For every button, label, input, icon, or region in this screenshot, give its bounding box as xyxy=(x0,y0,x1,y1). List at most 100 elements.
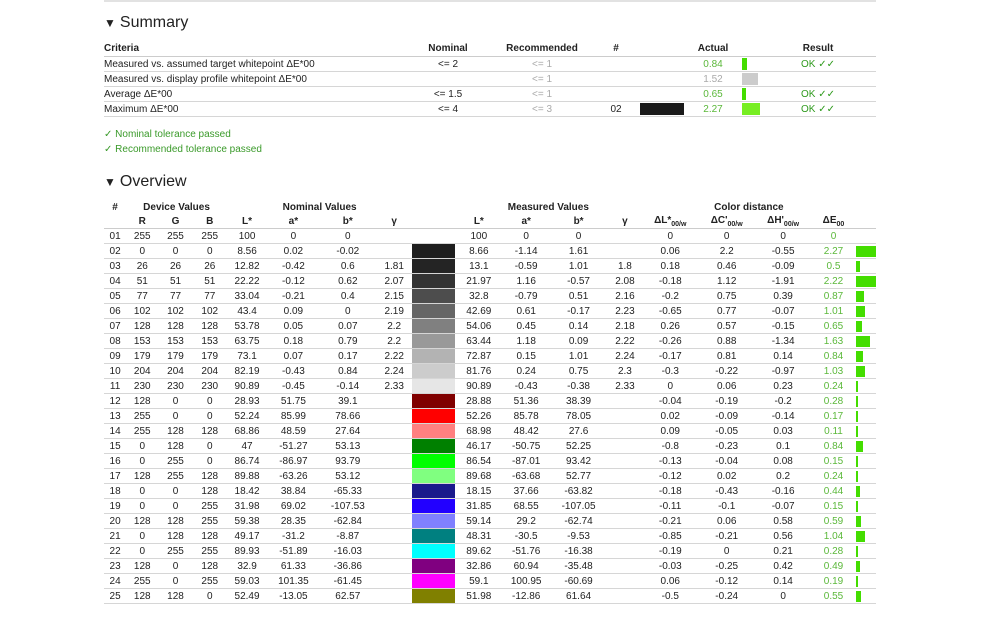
overview-table: # Device Values Nominal Values Measured … xyxy=(104,200,876,604)
cell-a: 85.99 xyxy=(267,408,320,424)
cell-dC: -0.23 xyxy=(698,438,755,454)
cell-dC: -0.21 xyxy=(698,528,755,544)
cell-mL: 72.87 xyxy=(454,348,503,364)
delta-e-bar-cell xyxy=(855,408,876,424)
cell-dH: -0.2 xyxy=(754,393,812,409)
cell-B: 153 xyxy=(192,333,227,349)
patch-row: 08 153 153 153 63.75 0.18 0.79 2.2 63.44 1.18 0.09… xyxy=(104,333,876,349)
cell-mg xyxy=(607,468,643,484)
cell-ma: 100.95 xyxy=(503,573,550,589)
cell-dL: 0.09 xyxy=(642,423,699,439)
cell-G: 204 xyxy=(158,363,193,379)
cell-n: 16 xyxy=(104,453,127,469)
delta-e-bar-cell xyxy=(855,318,876,334)
actual-cell: 0.65 xyxy=(684,86,742,102)
delta-e-bar xyxy=(855,260,860,272)
overview-section-toggle[interactable]: ▼ Overview xyxy=(104,173,187,191)
cell-dC: -0.22 xyxy=(698,363,755,379)
cell-mg xyxy=(607,483,643,499)
actual-bar-cell xyxy=(742,101,760,117)
cell-dC: 0.75 xyxy=(698,288,755,304)
cell-dC: 0.57 xyxy=(698,318,755,334)
cell-dL: 0.18 xyxy=(642,258,699,274)
patch-swatch xyxy=(412,229,455,243)
cell-a: -51.89 xyxy=(267,543,320,559)
cell-mg xyxy=(607,588,643,604)
summary-row: Average ΔE*00 <= 1.5 <= 1 0.65 OK ✓✓ xyxy=(104,86,876,102)
patch-swatch xyxy=(412,364,455,378)
cell-mg xyxy=(607,513,643,529)
cell-dH: 0.14 xyxy=(754,348,812,364)
cell-B: 255 xyxy=(192,573,227,589)
cell-mb: -63.82 xyxy=(549,483,608,499)
patch-swatch xyxy=(412,274,455,288)
delta-e-bar xyxy=(855,530,865,542)
nominal-cell: <= 4 xyxy=(404,101,492,117)
actual-bar-cell xyxy=(742,71,760,87)
cell-a: -13.05 xyxy=(267,588,320,604)
cell-a: 0.02 xyxy=(267,243,320,259)
cell-a: -51.27 xyxy=(267,438,320,454)
cell-g xyxy=(376,573,413,589)
cell-ma: -63.68 xyxy=(503,468,550,484)
patch-row: 12 128 0 0 28.93 51.75 39.1 28.88 51.36 38.39 -0.0… xyxy=(104,393,876,409)
patch-swatch xyxy=(412,544,455,558)
cell-mb: -16.38 xyxy=(549,543,608,559)
cell-mL: 52.26 xyxy=(454,408,503,424)
cell-g xyxy=(376,453,413,469)
cell-ma: 0.24 xyxy=(503,363,550,379)
cell-B: 128 xyxy=(192,468,227,484)
cell-mb: 61.64 xyxy=(549,588,608,604)
cell-b: 0.62 xyxy=(319,273,377,289)
cell-R: 179 xyxy=(126,348,159,364)
num-cell xyxy=(592,86,640,102)
swatch-cell xyxy=(412,273,455,289)
cell-B: 26 xyxy=(192,258,227,274)
cell-dL: -0.85 xyxy=(642,528,699,544)
patch-row: 10 204 204 204 82.19 -0.43 0.84 2.24 81.76 0.24 0.… xyxy=(104,363,876,379)
actual-header: Actual xyxy=(684,41,742,57)
cell-mg xyxy=(607,408,643,424)
cell-n: 12 xyxy=(104,393,127,409)
cell-dL: -0.03 xyxy=(642,558,699,574)
delta-e-bar xyxy=(855,335,870,347)
summary-title: Summary xyxy=(119,14,189,31)
delta-e-bar xyxy=(855,320,862,332)
cell-mL: 32.8 xyxy=(454,288,503,304)
cell-mL: 59.14 xyxy=(454,513,503,529)
cell-b: 39.1 xyxy=(319,393,377,409)
delta-e-bar xyxy=(855,485,860,497)
cell-n: 10 xyxy=(104,363,127,379)
cell-dH: -0.09 xyxy=(754,258,812,274)
cell-L: 63.75 xyxy=(226,333,268,349)
cell-mL: 90.89 xyxy=(454,378,503,394)
nominal-a-header: a* xyxy=(267,214,320,229)
swatch-cell xyxy=(412,423,455,439)
cell-b: -65.33 xyxy=(319,483,377,499)
recommended-cell: <= 1 xyxy=(492,56,592,72)
cell-mb: 93.42 xyxy=(549,453,608,469)
cell-L: 100 xyxy=(226,228,268,244)
result-header: Result xyxy=(760,41,876,57)
g-header: G xyxy=(158,214,193,229)
cell-a: 51.75 xyxy=(267,393,320,409)
summary-section-toggle[interactable]: ▼ Summary xyxy=(104,14,188,32)
cell-B: 255 xyxy=(192,543,227,559)
cell-ma: 60.94 xyxy=(503,558,550,574)
delta-e-cell: 1.01 xyxy=(811,303,856,319)
cell-dL: -0.65 xyxy=(642,303,699,319)
cell-dH: -1.91 xyxy=(754,273,812,289)
cell-G: 0 xyxy=(158,573,193,589)
delta-e-cell: 0.65 xyxy=(811,318,856,334)
cell-dC: -0.25 xyxy=(698,558,755,574)
delta-e-header: ΔE00 xyxy=(811,214,856,229)
cell-B: 255 xyxy=(192,513,227,529)
nominal-gamma-header: γ xyxy=(376,214,413,229)
delta-e-cell: 0.44 xyxy=(811,483,856,499)
cell-mL: 32.86 xyxy=(454,558,503,574)
swatch-cell xyxy=(412,498,455,514)
cell-mL: 100 xyxy=(454,228,503,244)
cell-a: -0.45 xyxy=(267,378,320,394)
measured-l-header: L* xyxy=(454,214,503,229)
patch-swatch xyxy=(412,289,455,303)
